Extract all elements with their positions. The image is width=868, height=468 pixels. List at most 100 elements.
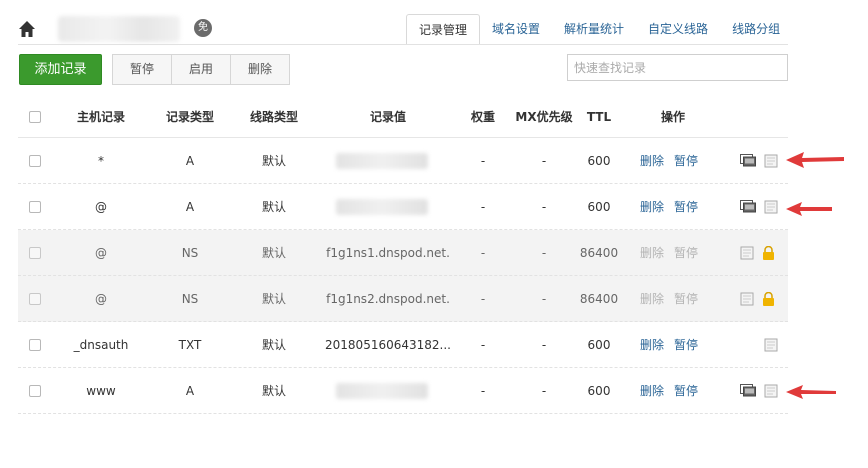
delete-link[interactable]: 删除 xyxy=(640,336,664,353)
delete-link[interactable]: 删除 xyxy=(640,382,664,399)
pause-link[interactable]: 暂停 xyxy=(674,382,698,399)
mx-cell: - xyxy=(541,153,547,168)
value-cell-blurred xyxy=(318,368,458,413)
lock-icon xyxy=(763,291,774,306)
remark-note-icon[interactable] xyxy=(740,246,754,260)
records-table: 主机记录 记录类型 线路类型 记录值 权重 MX优先级 TTL 操作 * A 默… xyxy=(18,96,788,414)
row-icons xyxy=(740,368,790,413)
pause-link-disabled: 暂停 xyxy=(674,292,699,306)
row-actions: 删除 暂停 xyxy=(640,138,706,183)
mx-cell: - xyxy=(541,245,547,260)
lock-icon xyxy=(763,245,774,260)
type-cell: A xyxy=(185,153,195,168)
bulk-action-group: 暂停 启用 删除 xyxy=(112,54,290,85)
home-icon[interactable] xyxy=(18,20,36,38)
tabs-divider xyxy=(18,44,788,45)
table-row: @ A 默认 - - 600 删除 暂停 xyxy=(18,184,788,230)
column-header: TTL xyxy=(586,109,612,124)
value-cell: f1g1ns2.dnspod.net. xyxy=(326,291,450,306)
pause-link[interactable]: 暂停 xyxy=(674,336,698,353)
line-cell: 默认 xyxy=(261,338,286,352)
row-actions: 删除 暂停 xyxy=(640,322,706,367)
delete-link-disabled: 删除 xyxy=(640,292,665,306)
pause-link-disabled: 暂停 xyxy=(674,246,699,260)
row-checkbox[interactable] xyxy=(24,368,46,413)
delete-link[interactable]: 删除 xyxy=(640,152,664,169)
row-icons xyxy=(740,322,790,367)
pause-button[interactable]: 暂停 xyxy=(112,54,172,85)
annotation-arrow-icon xyxy=(786,152,844,168)
column-header: 权重 xyxy=(470,110,495,124)
delete-button[interactable]: 删除 xyxy=(230,54,290,85)
tab-record-management[interactable]: 记录管理 xyxy=(406,14,481,45)
tab-domain-settings[interactable]: 域名设置 xyxy=(480,14,552,45)
row-checkbox[interactable] xyxy=(24,184,46,229)
delete-link-disabled: 删除 xyxy=(640,246,665,260)
pause-link[interactable]: 暂停 xyxy=(674,198,698,215)
ttl-cell: 86400 xyxy=(579,245,619,260)
host-cell: @ xyxy=(95,291,107,306)
host-cell: www xyxy=(86,383,116,398)
row-actions: 删除 暂停 xyxy=(640,184,706,229)
table-row: * A 默认 - - 600 删除 暂停 xyxy=(18,138,788,184)
column-header: 主机记录 xyxy=(76,110,125,124)
search-input[interactable] xyxy=(567,54,788,81)
mx-cell: - xyxy=(541,383,547,398)
ttl-cell: 600 xyxy=(587,199,611,214)
tab-bar: 记录管理 域名设置 解析量统计 自定义线路 线路分组 xyxy=(406,14,792,45)
remark-note-icon[interactable] xyxy=(764,154,778,168)
row-actions: 删除 暂停 xyxy=(640,230,706,275)
host-cell: * xyxy=(98,153,104,168)
value-cell: 201805160643182... xyxy=(325,337,451,352)
weight-cell: - xyxy=(480,153,486,168)
column-header: 操作 xyxy=(660,110,685,124)
remark-note-icon[interactable] xyxy=(764,338,778,352)
weight-cell: - xyxy=(480,291,486,306)
line-cell: 默认 xyxy=(261,384,286,398)
weight-cell: - xyxy=(480,337,486,352)
tab-line-groups[interactable]: 线路分组 xyxy=(720,14,792,45)
ttl-cell: 600 xyxy=(587,383,611,398)
row-checkbox[interactable] xyxy=(24,138,46,183)
table-row: _dnsauth TXT 默认 201805160643182... - - 6… xyxy=(18,322,788,368)
mx-cell: - xyxy=(541,199,547,214)
pause-link[interactable]: 暂停 xyxy=(674,152,698,169)
remark-note-icon[interactable] xyxy=(764,384,778,398)
value-cell: f1g1ns1.dnspod.net. xyxy=(326,245,450,260)
enable-button[interactable]: 启用 xyxy=(171,54,231,85)
ttl-cell: 600 xyxy=(587,337,611,352)
row-icons xyxy=(740,230,790,275)
table-row: www A 默认 - - 600 删除 暂停 xyxy=(18,368,788,414)
monitor-icon[interactable] xyxy=(740,384,756,397)
table-row-locked: @ NS 默认 f1g1ns1.dnspod.net. - - 86400 删除… xyxy=(18,230,788,276)
row-icons xyxy=(740,184,790,229)
remark-note-icon[interactable] xyxy=(764,200,778,214)
remark-note-icon[interactable] xyxy=(740,292,754,306)
monitor-icon[interactable] xyxy=(740,154,756,167)
weight-cell: - xyxy=(480,383,486,398)
ttl-cell: 600 xyxy=(587,153,611,168)
mx-cell: - xyxy=(541,337,547,352)
table-row-locked: @ NS 默认 f1g1ns2.dnspod.net. - - 86400 删除… xyxy=(18,276,788,322)
mx-cell: - xyxy=(541,291,547,306)
type-cell: NS xyxy=(181,291,199,306)
column-header: 记录值 xyxy=(369,110,406,124)
delete-link[interactable]: 删除 xyxy=(640,198,664,215)
tab-resolution-stats[interactable]: 解析量统计 xyxy=(552,14,636,45)
monitor-icon[interactable] xyxy=(740,200,756,213)
add-record-button[interactable]: 添加记录 xyxy=(19,54,102,85)
type-cell: NS xyxy=(181,245,199,260)
free-plan-badge: 免 xyxy=(194,19,212,37)
row-checkbox[interactable] xyxy=(24,322,46,367)
select-all-checkbox[interactable] xyxy=(24,96,46,137)
domain-name-blurred xyxy=(58,16,180,42)
line-cell: 默认 xyxy=(261,200,286,214)
line-cell: 默认 xyxy=(261,154,286,168)
row-icons xyxy=(740,276,790,321)
tab-custom-lines[interactable]: 自定义线路 xyxy=(636,14,720,45)
weight-cell: - xyxy=(480,199,486,214)
value-cell-blurred xyxy=(318,138,458,183)
row-checkbox-disabled xyxy=(24,276,46,321)
type-cell: A xyxy=(185,199,195,214)
type-cell: TXT xyxy=(178,337,202,352)
